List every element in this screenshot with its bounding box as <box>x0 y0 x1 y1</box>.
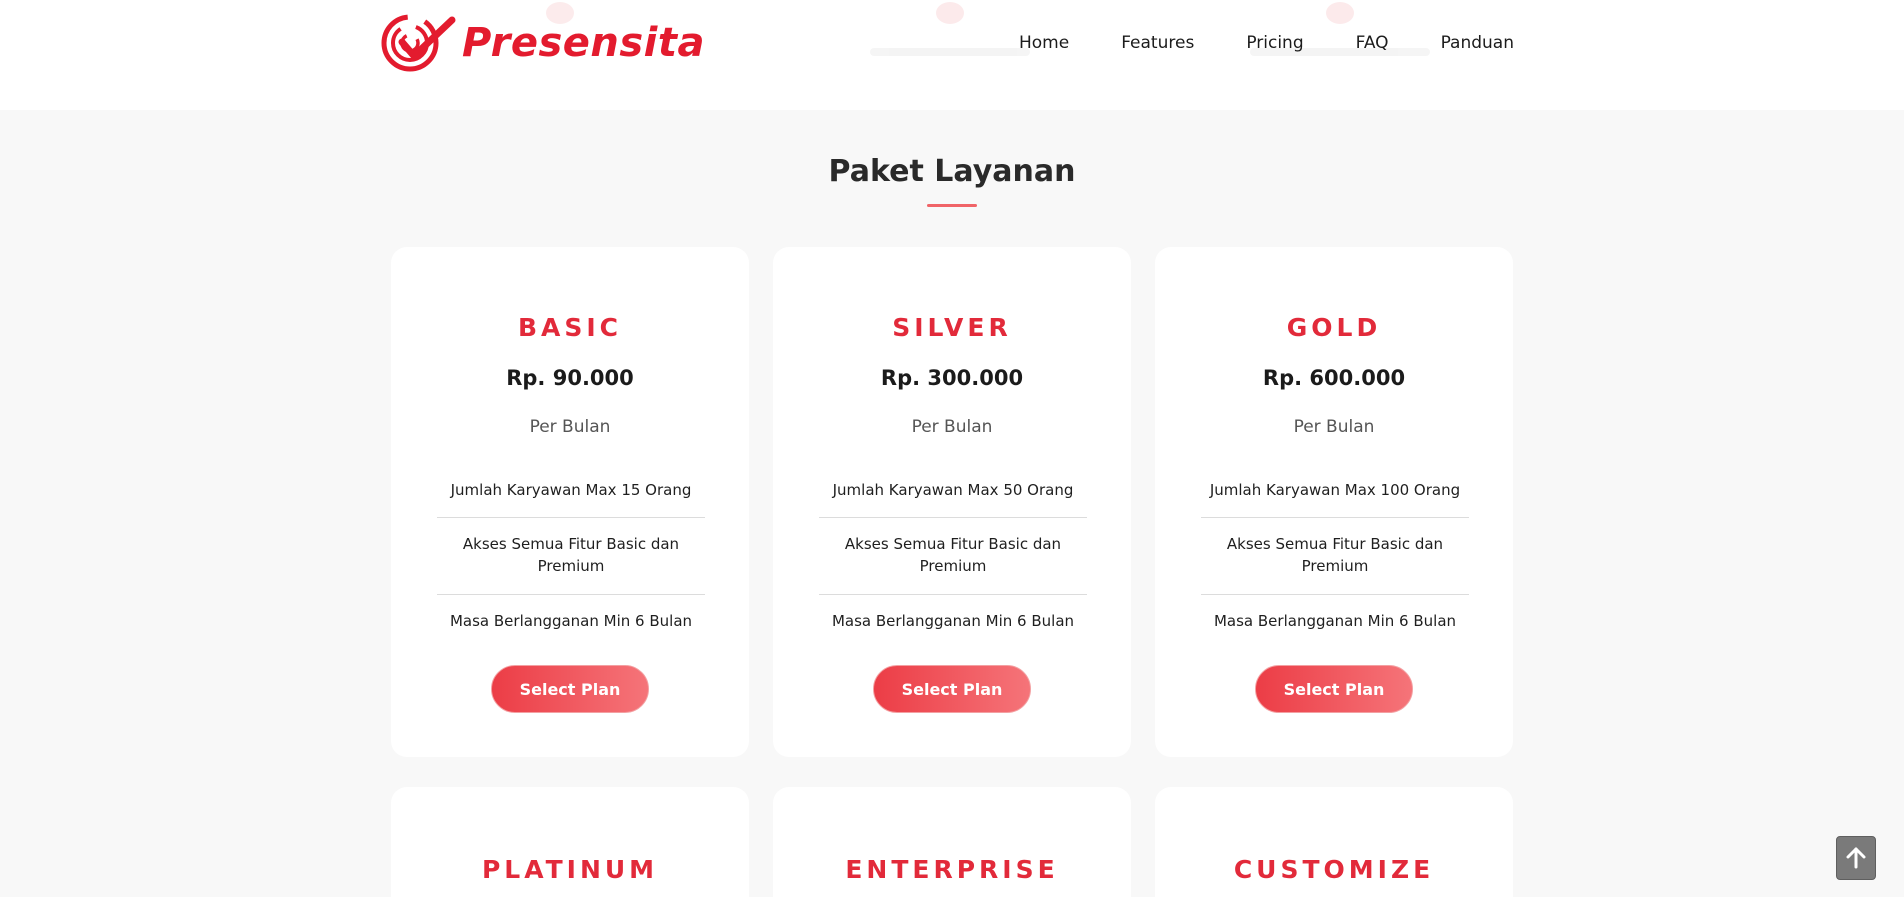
main-nav: Home Features Pricing FAQ Panduan <box>1019 30 1514 56</box>
section-title: Paket Layanan <box>828 154 1076 189</box>
arrow-up-icon <box>1846 847 1866 869</box>
nav-pricing[interactable]: Pricing <box>1246 33 1303 53</box>
plan-name: PLATINUM <box>481 855 659 884</box>
site-header: Presensita Home Features Pricing FAQ Pan… <box>0 0 1904 110</box>
plan-period: Per Bulan <box>1293 417 1375 437</box>
plan-name: CUSTOMIZE <box>1233 855 1435 884</box>
nav-panduan[interactable]: Panduan <box>1441 33 1514 53</box>
pricing-card-silver: SILVER Rp. 300.000 Per Bulan Jumlah Kary… <box>773 247 1131 757</box>
pricing-card-gold: GOLD Rp. 600.000 Per Bulan Jumlah Karyaw… <box>1155 247 1513 757</box>
plan-feature: Jumlah Karyawan Max 100 Orang <box>1209 481 1461 499</box>
plan-price: Rp. 90.000 <box>506 366 634 390</box>
pricing-card-customize: CUSTOMIZE <box>1155 787 1513 897</box>
nav-features[interactable]: Features <box>1121 33 1194 53</box>
plan-feature: Akses Semua Fitur Basic dan Premium <box>462 535 680 575</box>
pricing-card-enterprise: ENTERPRISE <box>773 787 1131 897</box>
brand-name: Presensita <box>462 20 705 66</box>
plan-period: Per Bulan <box>911 417 993 437</box>
plan-name: BASIC <box>517 313 623 342</box>
plan-name: ENTERPRISE <box>845 855 1059 884</box>
plan-name: SILVER <box>892 313 1012 342</box>
plan-price: Rp. 600.000 <box>1262 366 1406 390</box>
plan-feature: Masa Berlangganan Min 6 Bulan <box>449 612 693 630</box>
divider <box>819 594 1087 595</box>
divider <box>819 517 1087 518</box>
select-plan-button[interactable]: Select Plan <box>1255 665 1413 713</box>
title-underline <box>927 204 977 207</box>
faded-feature-icon <box>870 0 1030 60</box>
plan-feature: Masa Berlangganan Min 6 Bulan <box>831 612 1075 630</box>
select-plan-button[interactable]: Select Plan <box>491 665 649 713</box>
plan-name: GOLD <box>1286 313 1382 342</box>
plan-price: Rp. 300.000 <box>880 366 1024 390</box>
select-plan-button[interactable]: Select Plan <box>873 665 1031 713</box>
plan-feature: Jumlah Karyawan Max 15 Orang <box>450 481 692 499</box>
back-to-top-button[interactable] <box>1836 836 1876 880</box>
nav-faq[interactable]: FAQ <box>1356 33 1389 53</box>
plan-period: Per Bulan <box>529 417 611 437</box>
presensita-logo-icon <box>381 14 456 72</box>
plan-feature: Jumlah Karyawan Max 50 Orang <box>832 481 1074 499</box>
plan-feature: Masa Berlangganan Min 6 Bulan <box>1213 612 1457 630</box>
divider <box>437 517 705 518</box>
nav-home[interactable]: Home <box>1019 33 1069 53</box>
pricing-card-platinum: PLATINUM <box>391 787 749 897</box>
brand-logo[interactable]: Presensita <box>380 12 705 74</box>
plan-feature: Akses Semua Fitur Basic dan Premium <box>844 535 1062 575</box>
plan-feature: Akses Semua Fitur Basic dan Premium <box>1226 535 1444 575</box>
divider <box>1201 517 1469 518</box>
divider <box>1201 594 1469 595</box>
pricing-card-basic: BASIC Rp. 90.000 Per Bulan Jumlah Karyaw… <box>391 247 749 757</box>
divider <box>437 594 705 595</box>
